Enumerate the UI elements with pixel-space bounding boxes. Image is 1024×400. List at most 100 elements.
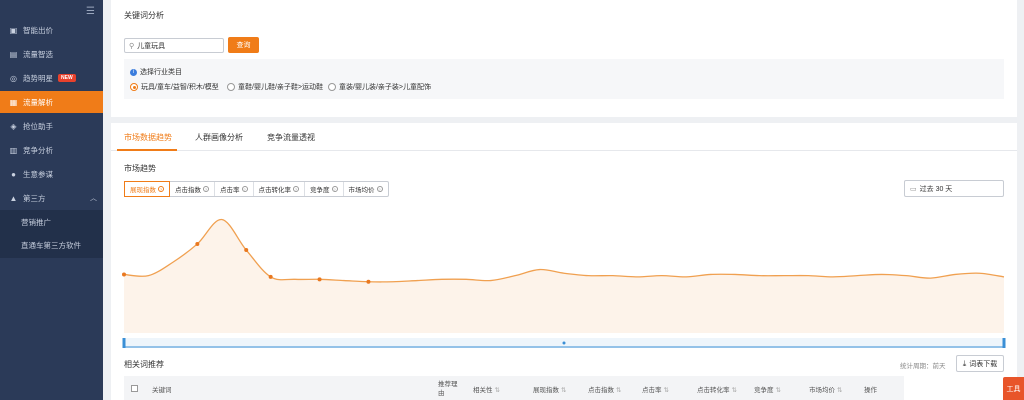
sort-icon: ⇅ (663, 387, 669, 394)
sidebar-item-traffic-analysis[interactable]: ▦ 流量解析 (0, 91, 103, 113)
keyword-search-input[interactable]: ⚲ 儿童玩具 (124, 38, 224, 53)
industry-label-text: 选择行业类目 (140, 69, 182, 76)
collapse-menu-icon[interactable]: ☰ (86, 6, 95, 17)
search-value: 儿童玩具 (137, 42, 166, 50)
sidebar: ☰ ▣ 智能出价 ▤ 流量智选 ◎ 趋势明星 NEW ▦ 流量解析 ◈ 抢位助手… (0, 0, 103, 400)
sidebar-item-third-party[interactable]: ▲ 第三方 ︿ (0, 187, 103, 209)
sidebar-item-label: 趋势明星 (23, 73, 53, 83)
data-point[interactable] (268, 274, 273, 279)
data-point[interactable] (317, 277, 322, 282)
third-party-icon: ▲ (9, 193, 18, 203)
sidebar-item-traffic-select[interactable]: ▤ 流量智选 (0, 43, 103, 65)
metric-label: 点击率 (220, 187, 240, 194)
sidebar-item-rank-assistant[interactable]: ◈ 抢位助手 (0, 115, 103, 137)
industry-option-kids-shoes[interactable]: 童鞋/婴儿鞋/亲子鞋>运动鞋 (227, 82, 323, 92)
col-label: 点击率 (642, 387, 662, 394)
data-point[interactable] (122, 272, 126, 277)
sidebar-item-label: 生意参谋 (23, 169, 53, 179)
help-icon: ? (376, 186, 383, 192)
metric-impression-index[interactable]: 展现指数? (124, 181, 170, 197)
col-relevance[interactable]: 相关性 ⇅ (473, 384, 500, 394)
metric-cvr[interactable]: 点击转化率? (254, 182, 305, 196)
business-icon: ● (11, 169, 16, 179)
metric-avg-price[interactable]: 市场均价? (344, 182, 388, 196)
range-center-handle[interactable] (562, 341, 566, 345)
help-icon: ? (158, 186, 164, 192)
col-label: 操作 (864, 387, 877, 394)
floating-tool-label: 工具 (1006, 385, 1021, 393)
help-icon: ? (203, 186, 209, 192)
industry-option-kids-accessories[interactable]: 童装/婴儿装/亲子装>儿童配饰 (328, 82, 431, 92)
tab-competition-traffic[interactable]: 竞争流量透视 (267, 132, 315, 143)
sidebar-item-trend-star[interactable]: ◎ 趋势明星 NEW (0, 67, 103, 89)
radio-selected-icon (130, 83, 138, 91)
data-point[interactable] (366, 279, 371, 284)
sidebar-item-label: 第三方 (23, 193, 46, 203)
table-header: 关键词 推荐理由 相关性 ⇅ 展现指数 ⇅ 点击指数 ⇅ 点击率 ⇅ 点击转化率 ⇅ 竞争… (124, 376, 904, 400)
col-ctr[interactable]: 点击率 ⇅ (642, 384, 669, 394)
col-avg-price[interactable]: 市场均价 ⇅ (809, 384, 842, 394)
col-click-index[interactable]: 点击指数 ⇅ (588, 384, 621, 394)
download-label: 词表下载 (969, 360, 998, 368)
trend-area (124, 219, 1004, 333)
data-point[interactable] (244, 248, 249, 253)
industry-label: i 选择行业类目 (130, 67, 182, 77)
col-label: 竞争度 (754, 387, 774, 394)
col-reason: 推荐理由 (438, 380, 458, 398)
keyword-analysis-card: 关键词分析 ⚲ 儿童玩具 查询 i 选择行业类目 玩具/童车/益智/积木/模型 … (111, 0, 1017, 117)
sort-icon: ⇅ (494, 387, 500, 394)
help-icon: ? (331, 186, 338, 192)
market-data-card: 市场数据趋势 人群画像分析 竞争流量透视 市场趋势 展现指数? 点击指数? 点击… (111, 123, 1017, 400)
sort-icon: ⇅ (561, 387, 567, 394)
tab-market-trend[interactable]: 市场数据趋势 (124, 132, 172, 143)
sub-item-third-party-software[interactable]: 直通车第三方软件 (0, 234, 103, 256)
sidebar-item-competition[interactable]: ▥ 竞争分析 (0, 139, 103, 161)
keyword-section-title: 关键词分析 (124, 11, 164, 20)
data-point[interactable] (195, 241, 200, 246)
sidebar-item-business-advisor[interactable]: ● 生意参谋 (0, 163, 103, 185)
calendar-icon: ▭ (910, 185, 917, 193)
third-party-submenu: 营销推广 直通车第三方软件 (0, 210, 103, 258)
col-label: 推荐理由 (438, 381, 458, 397)
metric-label: 点击指数 (175, 187, 201, 194)
date-range-select[interactable]: ▭ 过去 30 天 (904, 180, 1004, 197)
help-icon: ? (293, 186, 299, 192)
industry-panel: i 选择行业类目 玩具/童车/益智/积木/模型 童鞋/婴儿鞋/亲子鞋>运动鞋 童… (124, 59, 1004, 99)
tab-audience-profile[interactable]: 人群画像分析 (195, 132, 243, 143)
active-tab-indicator (117, 149, 177, 151)
traffic-icon: ▤ (9, 49, 18, 59)
col-competition[interactable]: 竞争度 ⇅ (754, 384, 781, 394)
stat-period: 统计周期：前天 (900, 363, 946, 370)
col-impression[interactable]: 展现指数 ⇅ (533, 384, 566, 394)
option-label: 童装/婴儿装/亲子装>儿童配饰 (339, 84, 431, 91)
industry-option-toys[interactable]: 玩具/童车/益智/积木/模型 (130, 82, 219, 92)
metric-ctr[interactable]: 点击率? (215, 182, 254, 196)
query-button[interactable]: 查询 (228, 37, 259, 53)
metric-label: 市场均价 (348, 187, 375, 194)
col-label: 点击转化率 (697, 387, 730, 394)
range-handle-left[interactable] (122, 338, 126, 348)
option-label: 玩具/童车/益智/积木/模型 (141, 84, 219, 91)
sort-icon: ⇅ (731, 387, 737, 394)
metric-selector: 展现指数? 点击指数? 点击率? 点击转化率? 竞争度? 市场均价? (124, 181, 389, 197)
metric-label: 点击转化率 (258, 187, 292, 194)
sub-item-label: 直通车第三方软件 (21, 240, 81, 250)
select-all-checkbox[interactable] (131, 385, 138, 392)
sidebar-item-label: 竞争分析 (23, 145, 53, 155)
help-icon: ? (241, 186, 248, 192)
floating-tool-button[interactable]: 工具 (1003, 377, 1024, 400)
range-handle-right[interactable] (1002, 338, 1006, 348)
sub-item-marketing[interactable]: 营销推广 (0, 211, 103, 233)
metric-click-index[interactable]: 点击指数? (170, 182, 215, 196)
col-cvr[interactable]: 点击转化率 ⇅ (697, 384, 737, 394)
sort-icon: ⇅ (837, 387, 843, 394)
download-button[interactable]: ⤓ 词表下载 (956, 355, 1004, 372)
sidebar-item-smart-bid[interactable]: ▣ 智能出价 (0, 19, 103, 41)
analysis-icon: ▦ (9, 97, 18, 107)
option-label: 童鞋/婴儿鞋/亲子鞋>运动鞋 (238, 84, 323, 91)
metric-competition[interactable]: 竞争度? (305, 182, 344, 196)
col-label: 市场均价 (809, 387, 835, 394)
col-label: 关键词 (152, 387, 172, 394)
search-icon: ⚲ (129, 42, 135, 50)
rank-icon: ◈ (10, 121, 17, 131)
